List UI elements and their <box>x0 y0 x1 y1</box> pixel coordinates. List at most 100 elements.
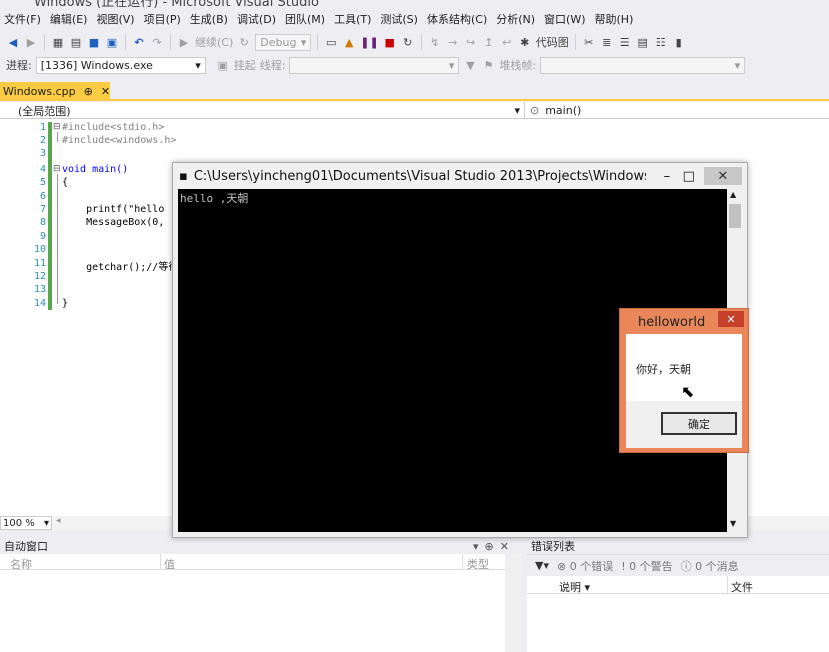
col-file[interactable]: 文件 <box>731 579 753 595</box>
collapse-icon[interactable]: ⊟ <box>53 164 61 174</box>
error-list-header: 错误列表 <box>527 538 829 554</box>
menu-debug[interactable]: 调试(D) <box>237 11 285 27</box>
menu-file[interactable]: 文件(F) <box>4 11 50 27</box>
step-into-icon[interactable]: → <box>446 33 460 51</box>
menu-project[interactable]: 项目(P) <box>144 11 190 27</box>
uncomment-icon[interactable]: ☷ <box>654 33 668 51</box>
error-filter-button[interactable]: ⊗ 0 个错误 <box>557 558 613 574</box>
menu-test[interactable]: 测试(S) <box>380 11 427 27</box>
col-name[interactable]: 名称 <box>10 556 32 572</box>
message-filter-button[interactable]: ⓘ 0 个消息 <box>681 558 739 574</box>
continue-icon[interactable]: ▶ <box>177 33 191 51</box>
line-number: 6 <box>39 191 46 202</box>
menu-edit[interactable]: 编辑(E) <box>50 11 97 27</box>
back-icon[interactable]: ◀ <box>6 33 20 51</box>
menu-build[interactable]: 生成(B) <box>190 11 237 27</box>
stop-debugging-icon[interactable]: ■ <box>383 33 397 51</box>
menu-architecture[interactable]: 体系结构(C) <box>427 11 496 27</box>
change-tracking-bar <box>48 122 52 310</box>
collapse-icon[interactable]: ⊟ <box>53 122 61 132</box>
close-icon[interactable]: ✕ <box>101 85 110 98</box>
line-number: 5 <box>39 177 46 188</box>
hex-display-icon[interactable]: ✂ <box>582 33 596 51</box>
stack-icon[interactable]: ☰ <box>618 33 632 51</box>
col-value[interactable]: 值 <box>164 556 175 572</box>
menu-help[interactable]: 帮助(H) <box>595 11 643 27</box>
find-icon[interactable]: ▭ <box>324 33 338 51</box>
codemap-label[interactable]: 代码图 <box>536 33 569 51</box>
tab-windows-cpp[interactable]: Windows.cpp ⊕ ✕ <box>0 82 110 101</box>
menu-analyze[interactable]: 分析(N) <box>496 11 544 27</box>
thread-select[interactable]: ▾ <box>289 56 460 74</box>
threads-icon[interactable]: ≣ <box>600 33 614 51</box>
member-select[interactable]: ⊙ main() <box>528 102 828 119</box>
undo-icon[interactable]: ↶ <box>132 33 146 51</box>
forward-icon[interactable]: ▶ <box>24 33 38 51</box>
suspend-label[interactable]: 挂起 <box>234 56 256 74</box>
step-back-icon[interactable]: ↩ <box>500 33 514 51</box>
comment-icon[interactable]: ▤ <box>636 33 650 51</box>
break-all-icon[interactable]: ❚❚ <box>360 33 378 51</box>
pin-icon[interactable]: ⊕ <box>84 85 93 98</box>
continue-label[interactable]: 继续(C) <box>195 33 233 51</box>
col-desc[interactable]: 说明 ▾ <box>559 579 590 595</box>
scroll-thumb[interactable] <box>729 204 741 228</box>
open-file-icon[interactable]: ▤ <box>69 33 83 51</box>
flag-icon[interactable]: ⚑ <box>481 56 495 74</box>
warning-filter-button[interactable]: ! 0 个警告 <box>621 558 672 574</box>
message-box: helloworld ✕ 你好，天朝 ⬉ 确定 <box>619 308 749 453</box>
autos-title: 自动窗口 <box>4 540 48 553</box>
autos-scrollbar[interactable] <box>505 554 521 652</box>
codemap-icon[interactable]: ✱ <box>518 33 532 51</box>
refresh-icon[interactable]: ↻ <box>237 33 251 51</box>
toolbar-separator <box>317 34 319 50</box>
warnings-count: 0 个警告 <box>629 559 673 573</box>
breakpoint-flame-icon[interactable]: ▲ <box>342 33 356 51</box>
console-app-icon: ▪ <box>179 168 188 184</box>
zoom-select[interactable]: 100 % ▾ <box>0 516 52 530</box>
new-project-icon[interactable]: ▦ <box>51 33 65 51</box>
stackframe-label: 堆栈帧: <box>499 59 537 72</box>
code-line: getchar();//等待 <box>62 262 179 273</box>
solution-config-value: Debug <box>260 35 297 49</box>
minimize-icon[interactable]: – <box>656 169 678 184</box>
panel-controls-icon[interactable]: ▾⊕✕ <box>473 540 515 553</box>
chevron-down-icon: ▾ <box>300 35 307 49</box>
code-line: { <box>62 177 69 188</box>
line-number: 1 <box>39 122 46 133</box>
console-titlebar[interactable]: ▪ C:\Users\yincheng01\Documents\Visual S… <box>173 163 747 189</box>
solution-config-select[interactable]: Debug ▾ <box>255 33 312 51</box>
menu-tools[interactable]: 工具(T) <box>334 11 380 27</box>
step-out-icon[interactable]: ↥ <box>482 33 496 51</box>
ok-button[interactable]: 确定 <box>661 412 737 435</box>
code-line: #include<stdio.h> <box>62 122 165 133</box>
step-over-icon[interactable]: ↪ <box>464 33 478 51</box>
filter-icon[interactable]: ▼▾ <box>535 559 549 572</box>
scroll-down-icon[interactable]: ▼ <box>730 519 736 528</box>
maximize-icon[interactable]: □ <box>678 169 700 184</box>
process-value: [1336] Windows.exe <box>40 58 153 72</box>
suspend-icon[interactable]: ▣ <box>216 56 230 74</box>
close-icon[interactable]: ✕ <box>718 311 744 327</box>
scroll-up-icon[interactable]: ▲ <box>730 190 736 199</box>
close-icon[interactable]: ✕ <box>703 167 742 185</box>
save-icon[interactable]: ■ <box>87 33 101 51</box>
filter-icon[interactable]: ▼ <box>463 56 477 74</box>
autos-panel: 自动窗口 ▾⊕✕ 名称 值 类型 <box>0 538 521 652</box>
scope-select[interactable]: (全局范围) ▾ <box>0 102 525 119</box>
process-select[interactable]: [1336] Windows.exe ▾ <box>35 56 206 74</box>
menu-team[interactable]: 团队(M) <box>285 11 334 27</box>
menu-view[interactable]: 视图(V) <box>96 11 143 27</box>
bookmark-icon[interactable]: ▮ <box>672 33 686 51</box>
stackframe-select[interactable]: ▾ <box>540 56 746 74</box>
debug-location-toolbar: 进程: [1336] Windows.exe ▾ ▣ 挂起 线程: ▾ ▼ ⚑ … <box>0 54 829 76</box>
toolbar-separator <box>170 34 171 50</box>
scroll-left-icon[interactable]: ◂ <box>56 516 61 526</box>
save-all-icon[interactable]: ▣ <box>105 33 119 51</box>
show-next-statement-icon[interactable]: ↯ <box>428 33 442 51</box>
restart-icon[interactable]: ↻ <box>401 33 415 51</box>
col-type[interactable]: 类型 <box>467 556 489 572</box>
line-number: 9 <box>39 231 46 242</box>
menu-window[interactable]: 窗口(W) <box>544 11 594 27</box>
redo-icon[interactable]: ↷ <box>150 33 164 51</box>
